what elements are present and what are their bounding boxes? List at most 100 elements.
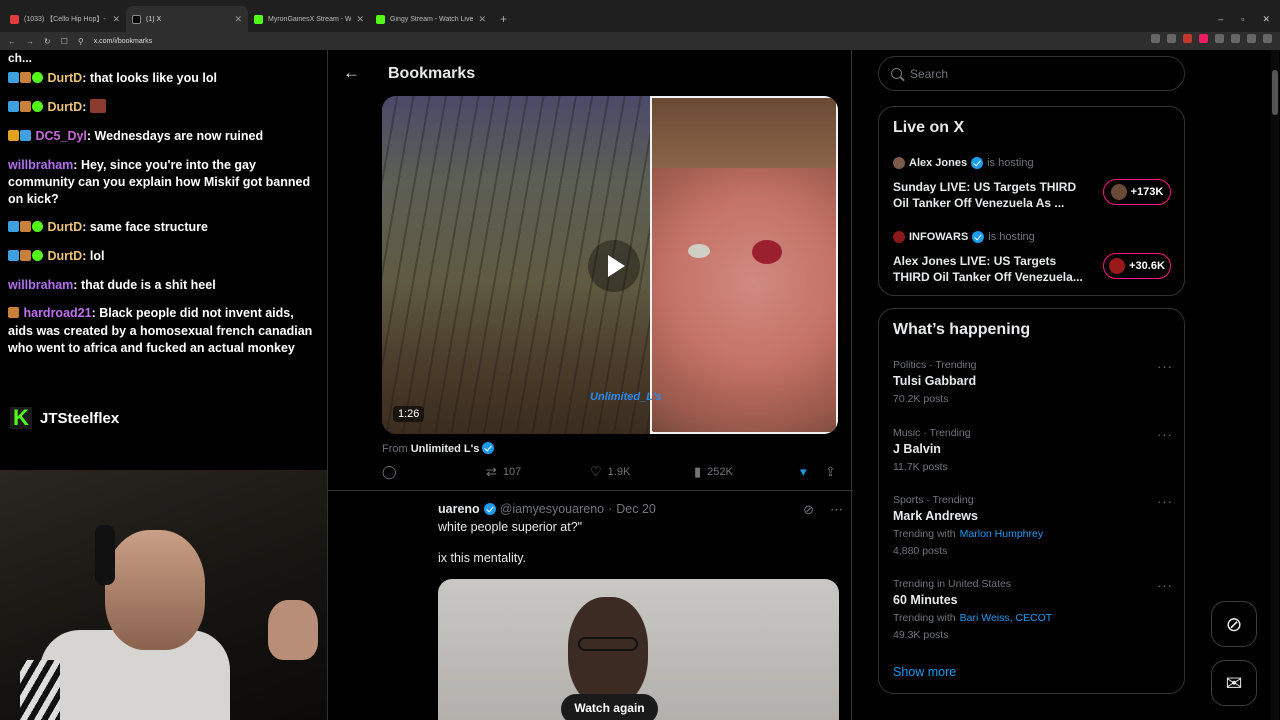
post-header-icons: ⊘ ⋯ (803, 502, 843, 518)
site-info-icon[interactable]: ⚲ (78, 37, 84, 46)
trend-related: Trending with Marlon Humphrey (893, 528, 1173, 540)
chat-message: willbraham: Hey, since you're into the g… (8, 158, 311, 206)
chat-username[interactable]: willbraham (8, 278, 73, 292)
emote-icon (89, 99, 106, 113)
chat-badges-icon (8, 71, 44, 88)
share-icon: ⇪ (825, 464, 836, 479)
scrollbar-thumb[interactable] (1272, 70, 1278, 115)
author-name[interactable]: uareno (438, 502, 480, 516)
extension-icon[interactable] (1215, 34, 1224, 43)
x-app: ← Bookmarks Unlimited_L's 1:26 From Unli… (327, 50, 1280, 720)
post-date[interactable]: Dec 20 (616, 502, 656, 516)
trend-item[interactable]: Music · Trending J Balvin 11.7K posts ··… (893, 427, 1173, 473)
close-tab-icon[interactable]: ✕ (234, 14, 242, 25)
address-bar[interactable]: x.com/i/bookmarks (94, 38, 152, 45)
author-handle[interactable]: @iamyesyouareno (500, 502, 604, 516)
extension-icon[interactable] (1247, 34, 1256, 43)
video-duration: 1:26 (393, 406, 425, 422)
extension-icon[interactable] (1151, 34, 1160, 43)
extension-icon[interactable] (1199, 34, 1208, 43)
youtube-favicon-icon (10, 14, 19, 24)
browser-tab[interactable]: Gingy Stream - Watch Live on Kick ✕ (370, 6, 492, 32)
chat-message: hardroad21: Black people did not invent … (8, 306, 313, 355)
source-user-link[interactable]: Unlimited L's (411, 443, 480, 455)
more-icon[interactable]: ⋯ (830, 502, 843, 518)
play-icon[interactable] (588, 240, 640, 292)
live-title[interactable]: Alex Jones LIVE: US Targets THIRD Oil Ta… (893, 253, 1093, 285)
video-watermark: Unlimited_L's (590, 391, 662, 403)
chat-username[interactable]: DurtD (47, 71, 82, 85)
like-button[interactable]: ♡ 1.9K (590, 464, 630, 480)
extension-icon[interactable] (1167, 34, 1176, 43)
reload-icon[interactable]: ↻ (44, 37, 51, 46)
extension-icon[interactable] (1183, 34, 1192, 43)
more-icon[interactable]: ··· (1157, 494, 1173, 509)
close-tab-icon[interactable]: ✕ (356, 14, 364, 25)
avatar (1109, 258, 1126, 274)
close-window-button[interactable]: ✕ (1262, 14, 1270, 25)
reply-button[interactable]: ◯ (382, 464, 397, 480)
more-icon[interactable]: ··· (1157, 359, 1173, 374)
share-button[interactable]: ⇪ (825, 464, 836, 480)
minimize-button[interactable]: – (1218, 14, 1223, 25)
bookmark-icon: ▾ (800, 464, 807, 479)
streamer-name: JTSteelflex (40, 409, 120, 427)
live-listeners-pill[interactable]: +30.6K (1103, 253, 1171, 279)
new-tab-button[interactable]: + (492, 12, 515, 32)
back-arrow-icon[interactable]: ← (343, 63, 360, 83)
trend-item[interactable]: Sports · Trending Mark Andrews Trending … (893, 494, 1173, 557)
trend-category: Sports · Trending (893, 494, 974, 506)
browser-tab[interactable]: MyronGainesX Stream - Watch Live o ✕ (248, 6, 370, 32)
trend-item[interactable]: Politics · Trending Tulsi Gabbard 70.2K … (893, 359, 1173, 405)
search-input[interactable]: Search (878, 56, 1185, 91)
back-icon[interactable]: ← (8, 37, 16, 46)
trend-name: Mark Andrews (893, 509, 978, 523)
chat-username[interactable]: DC5_Dyl (35, 129, 86, 143)
video-player[interactable]: Unlimited_L's 1:26 (382, 96, 838, 434)
chat-username[interactable]: DurtD (47, 100, 82, 114)
host-name: INFOWARS (909, 231, 969, 243)
extension-icon[interactable] (1231, 34, 1240, 43)
like-count: 1.9K (607, 466, 631, 478)
trend-related-link[interactable]: Bari Weiss, CECOT (960, 612, 1053, 624)
reply-icon: ◯ (382, 464, 397, 479)
trend-related-link[interactable]: Marlon Humphrey (960, 528, 1043, 540)
retweet-button[interactable]: ⇄ 107 (486, 464, 521, 480)
forward-icon[interactable]: → (26, 37, 34, 46)
grok-icon[interactable]: ⊘ (803, 502, 814, 518)
menu-icon[interactable] (1263, 34, 1272, 43)
show-more-link[interactable]: Show more (893, 665, 956, 679)
trend-item[interactable]: Trending in United States 60 Minutes Tre… (893, 578, 1173, 641)
live-listeners-pill[interactable]: +173K (1103, 179, 1171, 205)
browser-tab-active[interactable]: (1) X ✕ (126, 6, 248, 32)
maximize-button[interactable]: ▫ (1241, 14, 1244, 25)
live-host[interactable]: Alex Jones is hosting (893, 157, 1034, 169)
close-tab-icon[interactable]: ✕ (112, 14, 120, 25)
more-icon[interactable]: ··· (1157, 427, 1173, 442)
verified-badge-icon (971, 157, 984, 169)
trend-name: J Balvin (893, 442, 941, 456)
bookmark-page-icon[interactable]: ☐ (61, 37, 68, 46)
avatar (893, 157, 905, 169)
chat-badges-icon (8, 100, 44, 117)
chat-username[interactable]: DurtD (47, 220, 82, 234)
live-title[interactable]: Sunday LIVE: US Targets THIRD Oil Tanker… (893, 179, 1093, 211)
browser-tab[interactable]: (1033) 【Cello Hip Hop】- Cello of the ✕ (4, 6, 126, 32)
bookmark-button[interactable]: ▾ (800, 464, 807, 480)
close-tab-icon[interactable]: ✕ (478, 14, 486, 25)
views-button[interactable]: ▮ 252K (694, 464, 733, 480)
headphones-icon (95, 525, 115, 585)
scrollbar[interactable] (1271, 50, 1279, 720)
grok-button[interactable]: ⊘ (1211, 601, 1257, 647)
post[interactable]: uareno @iamyesyouareno · Dec 20 ⊘ ⋯ whit… (438, 502, 843, 565)
more-icon[interactable]: ··· (1157, 578, 1173, 593)
messages-button[interactable]: ✉ (1211, 660, 1257, 706)
watch-again-button[interactable]: Watch again (561, 694, 658, 720)
chat-username[interactable]: hardroad21 (23, 306, 91, 320)
page-title: Bookmarks (388, 65, 476, 82)
trend-name: Tulsi Gabbard (893, 374, 977, 388)
trend-with-label: Trending with (893, 528, 956, 540)
live-host[interactable]: INFOWARS is hosting (893, 231, 1035, 243)
chat-username[interactable]: willbraham (8, 158, 73, 172)
chat-username[interactable]: DurtD (47, 249, 82, 263)
